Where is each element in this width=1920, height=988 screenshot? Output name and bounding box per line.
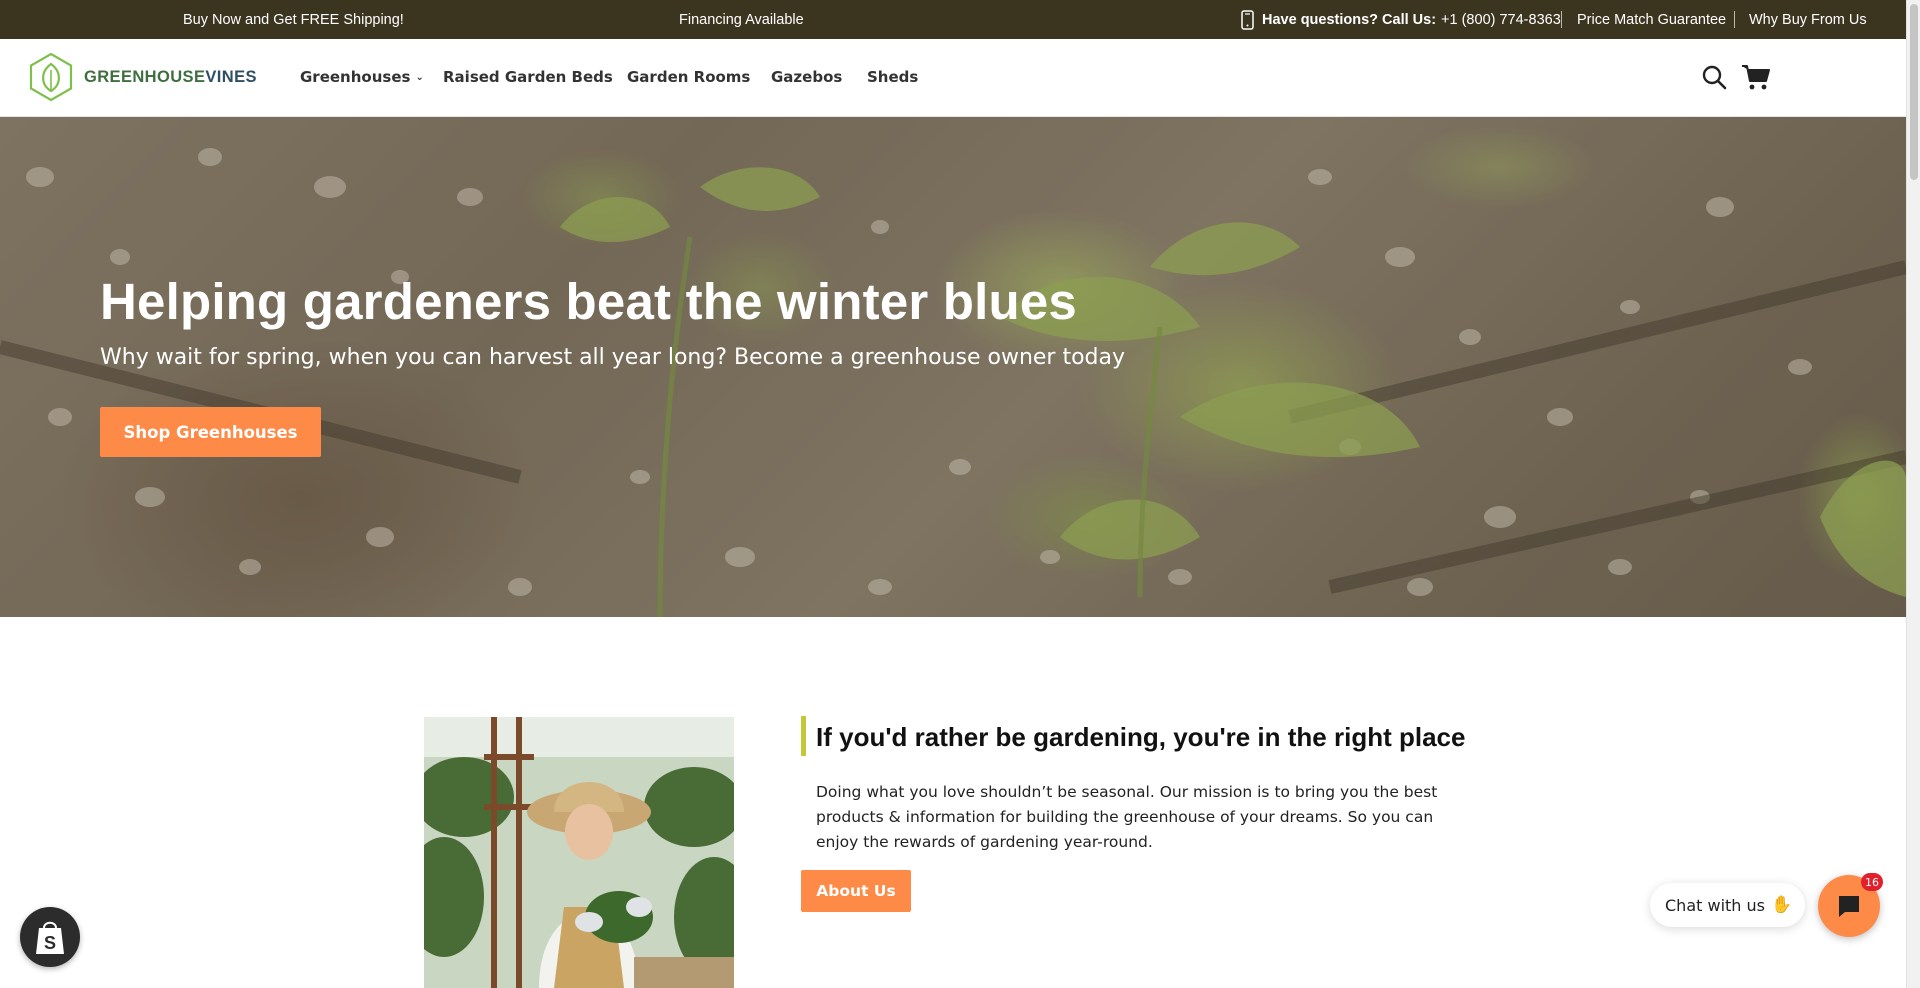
- shopify-bag-icon: S: [36, 921, 64, 954]
- nav-garden-rooms[interactable]: Garden Rooms: [627, 68, 750, 86]
- about-us-button[interactable]: About Us: [801, 870, 911, 912]
- hero-title: Helping gardeners beat the winter blues: [100, 273, 1077, 330]
- hero-subtitle: Why wait for spring, when you can harves…: [100, 345, 1126, 370]
- page-scrollbar[interactable]: [1906, 0, 1920, 988]
- logo[interactable]: GREENHOUSEVINES: [26, 52, 257, 102]
- gardener-photo: [424, 717, 734, 988]
- announcement-bar: Buy Now and Get FREE Shipping! Financing…: [0, 0, 1906, 39]
- intro-body: Doing what you love shouldn’t be seasona…: [816, 783, 1438, 851]
- chat-prompt[interactable]: Chat with us ✋: [1650, 883, 1805, 927]
- divider: [1734, 11, 1735, 28]
- phone-icon: [1241, 9, 1254, 30]
- heading-accent-bar: [801, 716, 806, 756]
- leaf-logo-icon: [29, 52, 73, 102]
- chat-label: Chat with us: [1665, 895, 1765, 915]
- logo-wordmark: GREENHOUSEVINES: [84, 67, 257, 86]
- price-match-link[interactable]: Price Match Guarantee: [1577, 0, 1726, 39]
- why-buy-link[interactable]: Why Buy From Us: [1749, 0, 1867, 39]
- waving-hand-icon: ✋: [1770, 895, 1793, 915]
- financing-text[interactable]: Financing Available: [679, 0, 804, 39]
- nav-gazebos[interactable]: Gazebos: [771, 68, 842, 86]
- shopify-badge[interactable]: S: [20, 907, 80, 967]
- search-icon[interactable]: [1701, 64, 1727, 90]
- call-us[interactable]: Have questions? Call Us: +1 (800) 774-83…: [1240, 0, 1561, 39]
- call-label: Have questions? Call Us:: [1262, 11, 1437, 28]
- chat-bubble-icon: [1839, 896, 1859, 917]
- free-shipping-text[interactable]: Buy Now and Get FREE Shipping!: [183, 0, 404, 39]
- scrollbar-thumb[interactable]: [1910, 4, 1918, 180]
- chevron-down-icon: ⌄: [415, 72, 424, 83]
- cart-icon[interactable]: [1741, 63, 1771, 91]
- gardener-image: [424, 717, 734, 988]
- intro-title: If you'd rather be gardening, you're in …: [816, 722, 1466, 752]
- svg-text:S: S: [44, 933, 56, 953]
- phone-number[interactable]: +1 (800) 774-8363: [1441, 0, 1561, 40]
- divider: [1561, 11, 1562, 28]
- site-header: GREENHOUSEVINES Greenhouses ⌄ Raised Gard…: [0, 39, 1906, 117]
- chat-unread-badge: 16: [1861, 873, 1883, 891]
- nav-greenhouses[interactable]: Greenhouses ⌄: [300, 68, 424, 86]
- nav-raised-garden-beds[interactable]: Raised Garden Beds: [443, 68, 613, 86]
- shop-greenhouses-button[interactable]: Shop Greenhouses: [100, 407, 321, 457]
- hero-banner: Helping gardeners beat the winter blues …: [0, 117, 1906, 617]
- nav-sheds[interactable]: Sheds: [867, 68, 918, 86]
